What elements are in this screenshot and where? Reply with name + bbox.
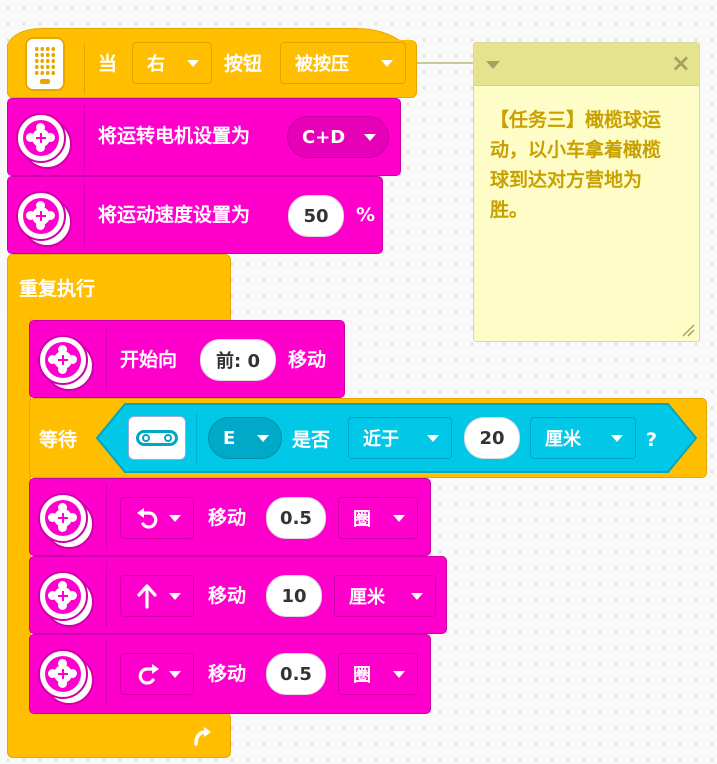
sensor-port-value: E bbox=[223, 427, 236, 449]
hat-divider bbox=[84, 44, 85, 94]
repeat-label: 重复执行 bbox=[19, 278, 96, 300]
comparison-value: 近于 bbox=[363, 429, 399, 450]
motor-icon bbox=[38, 335, 94, 391]
chevron-down-icon bbox=[169, 515, 181, 522]
question-mark: ? bbox=[646, 429, 658, 451]
motor-icon bbox=[16, 113, 72, 169]
move-label-3: 移动 bbox=[208, 663, 247, 685]
comparison-dropdown[interactable]: 近于 bbox=[348, 417, 452, 459]
motor-icon bbox=[38, 493, 94, 549]
move-unit-dropdown-2[interactable]: 厘米 bbox=[334, 575, 436, 617]
turn-left-icon bbox=[137, 508, 158, 529]
hub-icon bbox=[25, 37, 65, 91]
button-label: 按钮 bbox=[224, 53, 263, 75]
set-speed-label: 将运动速度设置为 bbox=[98, 204, 251, 226]
move-label-2: 移动 bbox=[208, 585, 247, 607]
distance-input[interactable]: 20 bbox=[464, 417, 520, 459]
chevron-down-icon bbox=[169, 593, 181, 600]
move-2-divider bbox=[106, 562, 107, 628]
direction-dropdown-2[interactable] bbox=[120, 575, 194, 617]
close-icon[interactable]: × bbox=[671, 51, 691, 75]
motor-ports-value: C+D bbox=[302, 126, 346, 148]
sensor-divider bbox=[196, 412, 197, 464]
start-moving-label: 开始向 bbox=[120, 349, 178, 371]
repeat-arm bbox=[7, 318, 31, 716]
arrow-up-icon bbox=[137, 584, 157, 609]
is-label: 是否 bbox=[292, 429, 331, 451]
comment-note[interactable]: × 【任务三】橄榄球运动，以小车拿着橄榄球到达对方营地为胜。 bbox=[473, 42, 700, 342]
set-speed-divider bbox=[84, 182, 85, 248]
chevron-down-icon bbox=[187, 60, 199, 67]
sensor-port-dropdown[interactable]: E bbox=[208, 417, 282, 459]
comment-collapse-icon[interactable] bbox=[486, 61, 500, 69]
chevron-down-icon bbox=[257, 435, 269, 442]
chevron-down-icon bbox=[364, 134, 376, 141]
move-amount-2[interactable]: 10 bbox=[266, 575, 322, 617]
turn-right-icon bbox=[138, 664, 159, 685]
move-unit-value-3: 圈 bbox=[353, 665, 371, 686]
speed-input[interactable]: 50 bbox=[288, 195, 344, 237]
loop-arrow-icon bbox=[194, 727, 211, 746]
distance-unit-value: 厘米 bbox=[545, 429, 581, 450]
steering-input[interactable]: 前: 0 bbox=[200, 339, 276, 381]
button-state-value: 被按压 bbox=[295, 54, 349, 75]
move-label-1: 移动 bbox=[208, 507, 247, 529]
comment-text[interactable]: 【任务三】橄榄球运动，以小车拿着橄榄球到达对方营地为胜。 bbox=[490, 105, 676, 225]
chevron-down-icon bbox=[427, 435, 439, 442]
chevron-down-icon bbox=[393, 515, 405, 522]
comment-header[interactable]: × bbox=[474, 43, 699, 86]
direction-dropdown-3[interactable] bbox=[120, 653, 194, 695]
comment-connector bbox=[417, 62, 473, 64]
motor-icon bbox=[38, 649, 94, 705]
motor-icon bbox=[16, 191, 72, 247]
chevron-down-icon bbox=[381, 60, 393, 67]
move-unit-dropdown-1[interactable]: 圈 bbox=[338, 497, 418, 539]
move-unit-value-1: 圈 bbox=[353, 509, 371, 530]
chevron-down-icon bbox=[169, 671, 181, 678]
move-3-divider bbox=[106, 640, 107, 706]
move-unit-dropdown-3[interactable]: 圈 bbox=[338, 653, 418, 695]
start-moving-label2: 移动 bbox=[288, 349, 327, 371]
button-side-dropdown[interactable]: 右 bbox=[132, 42, 212, 84]
motor-icon bbox=[38, 571, 94, 627]
wait-label: 等待 bbox=[39, 429, 78, 451]
button-side-value: 右 bbox=[147, 54, 165, 75]
chevron-down-icon bbox=[611, 435, 623, 442]
move-unit-value-2: 厘米 bbox=[349, 587, 385, 608]
button-state-dropdown[interactable]: 被按压 bbox=[280, 42, 406, 84]
start-moving-divider bbox=[106, 326, 107, 392]
direction-dropdown-1[interactable] bbox=[120, 497, 194, 539]
resize-handle-icon[interactable] bbox=[681, 323, 695, 337]
move-1-divider bbox=[106, 484, 107, 550]
set-motors-label: 将运转电机设置为 bbox=[98, 125, 251, 147]
chevron-down-icon bbox=[393, 671, 405, 678]
chevron-down-icon bbox=[411, 593, 423, 600]
percent-label: % bbox=[356, 204, 376, 226]
when-label: 当 bbox=[98, 53, 118, 75]
distance-sensor-icon bbox=[128, 416, 186, 460]
move-amount-3[interactable]: 0.5 bbox=[266, 653, 326, 695]
motor-ports-dropdown[interactable]: C+D bbox=[287, 116, 389, 158]
set-motors-divider bbox=[84, 104, 85, 170]
distance-unit-dropdown[interactable]: 厘米 bbox=[530, 417, 636, 459]
move-amount-1[interactable]: 0.5 bbox=[266, 497, 326, 539]
